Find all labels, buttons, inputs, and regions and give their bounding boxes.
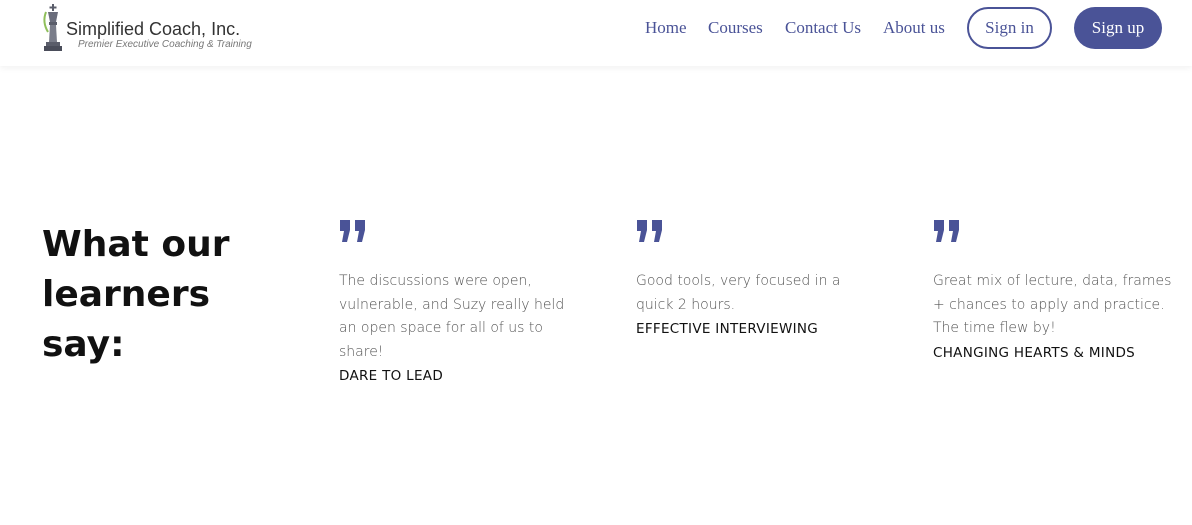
site-header: Simplified Coach, Inc. Premier Executive… xyxy=(0,0,1192,66)
nav-home-link[interactable]: Home xyxy=(645,18,687,38)
testimonial-text: The discussions were open, vulnerable, a… xyxy=(339,273,565,360)
testimonial-card: Good tools, very focused in a quick 2 ho… xyxy=(636,218,876,337)
testimonial-course: CHANGING HEARTS & MINDS xyxy=(933,344,1136,361)
quote-icon xyxy=(637,220,662,242)
nav-about-link[interactable]: About us xyxy=(883,18,945,38)
nav-contact-link[interactable]: Contact Us xyxy=(785,18,861,38)
quote-icon xyxy=(340,220,365,242)
brand-tagline: Premier Executive Coaching & Training xyxy=(78,39,252,50)
sign-up-button[interactable]: Sign up xyxy=(1074,7,1162,49)
testimonial-text: Good tools, very focused in a quick 2 ho… xyxy=(636,273,841,313)
testimonial-card: The discussions were open, vulnerable, a… xyxy=(339,218,579,384)
quote-icon xyxy=(934,220,959,242)
testimonial-course: EFFECTIVE INTERVIEWING xyxy=(636,321,819,337)
testimonial-text: Great mix of lecture, data, frames + cha… xyxy=(933,273,1172,336)
testimonial-card: Great mix of lecture, data, frames + cha… xyxy=(933,218,1173,361)
section-heading: What our learners say: xyxy=(42,224,230,365)
testimonial-course: DARE TO LEAD xyxy=(339,368,444,384)
brand-logo[interactable]: Simplified Coach, Inc. Premier Executive… xyxy=(40,2,252,54)
nav-courses-link[interactable]: Courses xyxy=(708,18,763,38)
sign-in-button[interactable]: Sign in xyxy=(967,7,1052,49)
brand-name: Simplified Coach, Inc. xyxy=(66,19,241,39)
